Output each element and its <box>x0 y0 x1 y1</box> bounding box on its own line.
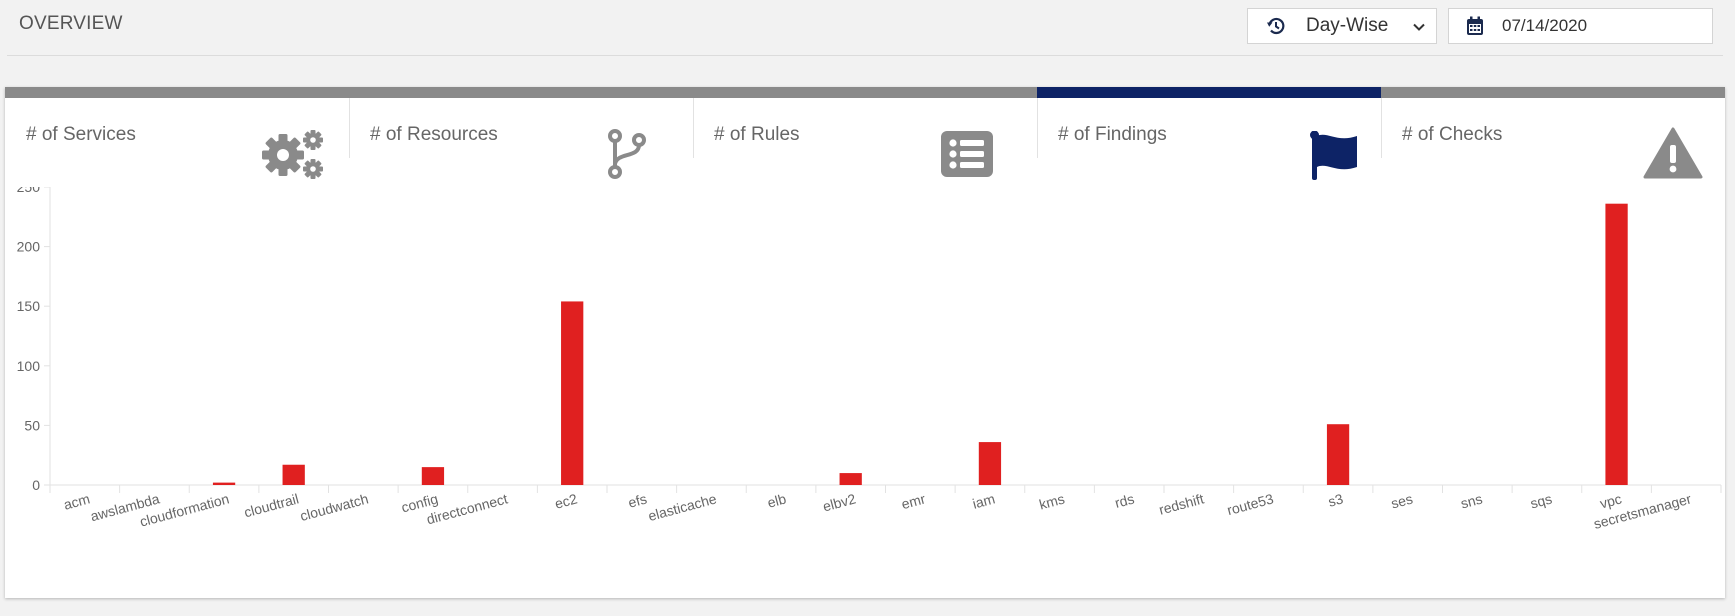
overview-card: # of Services # of Resources # of Rules … <box>5 87 1725 598</box>
bar-elbv2 <box>839 473 862 485</box>
tab-checks[interactable]: # of Checks <box>1381 87 1725 179</box>
y-tick-label: 0 <box>32 477 40 493</box>
x-tick-label: elbv2 <box>821 490 858 514</box>
y-tick-label: 200 <box>17 239 41 255</box>
bar-config <box>421 467 445 485</box>
x-tick-label: redshift <box>1157 490 1206 517</box>
x-tick-label: ses <box>1389 490 1414 511</box>
flag-icon <box>1310 131 1357 180</box>
warning-icon <box>1643 127 1703 179</box>
x-tick-label: directconnect <box>425 490 510 527</box>
x-tick-label: s3 <box>1326 490 1345 509</box>
x-tick-label: cloudtrail <box>242 490 300 520</box>
date-picker-value: 07/14/2020 <box>1502 16 1588 35</box>
x-tick-label: acm <box>62 490 92 512</box>
y-tick-label: 50 <box>24 417 40 433</box>
x-tick-label: route53 <box>1225 490 1275 518</box>
period-select[interactable]: Day-Wise <box>1247 8 1437 44</box>
date-picker[interactable]: 07/14/2020 <box>1448 8 1713 44</box>
bar-vpc <box>1605 203 1628 486</box>
x-tick-label: efs <box>626 490 648 510</box>
tab-resources[interactable]: # of Resources <box>349 87 693 179</box>
tab-label: # of Rules <box>714 124 800 145</box>
x-tick-label: emr <box>900 490 928 512</box>
x-tick-label: elasticache <box>646 490 718 524</box>
gears-icon <box>262 130 323 179</box>
y-tick-label: 250 <box>17 187 41 195</box>
x-tick-label: iam <box>971 490 997 511</box>
tab-rules[interactable]: # of Rules <box>693 87 1037 179</box>
tab-services[interactable]: # of Services <box>5 87 349 179</box>
x-tick-label: cloudwatch <box>298 490 370 524</box>
branch-icon <box>608 129 646 179</box>
tab-label: # of Services <box>26 124 136 145</box>
x-tick-label: elb <box>766 490 788 510</box>
findings-bar-chart: 050100150200250 acmawslambdacloudformati… <box>17 187 1722 532</box>
x-tick-label: ec2 <box>553 490 579 511</box>
chevron-down-icon <box>1413 23 1425 31</box>
list-icon <box>941 131 993 177</box>
bar-cloudtrail <box>282 464 305 485</box>
bar-ec2 <box>561 301 584 485</box>
x-tick-label: kms <box>1037 490 1066 512</box>
history-icon <box>1267 17 1285 35</box>
y-tick-label: 100 <box>17 358 41 374</box>
y-tick-label: 150 <box>17 298 41 314</box>
header: OVERVIEW Day-Wise 07/14/2020 <box>7 0 1723 56</box>
x-tick-label: sqs <box>1529 490 1554 511</box>
bar-iam <box>978 442 1002 485</box>
tab-findings[interactable]: # of Findings <box>1037 87 1381 180</box>
calendar-icon <box>1467 16 1483 35</box>
bar-cloudformation <box>212 482 236 485</box>
x-tick-label: rds <box>1113 490 1136 510</box>
page-title: OVERVIEW <box>19 13 123 34</box>
bar-s3 <box>1326 424 1350 485</box>
x-tick-label: sns <box>1459 490 1484 511</box>
period-select-value: Day-Wise <box>1306 15 1389 36</box>
tab-label: # of Findings <box>1058 124 1167 145</box>
tab-label: # of Checks <box>1402 124 1503 145</box>
tab-label: # of Resources <box>370 124 498 145</box>
metric-tabs: # of Services # of Resources # of Rules … <box>5 87 1725 180</box>
